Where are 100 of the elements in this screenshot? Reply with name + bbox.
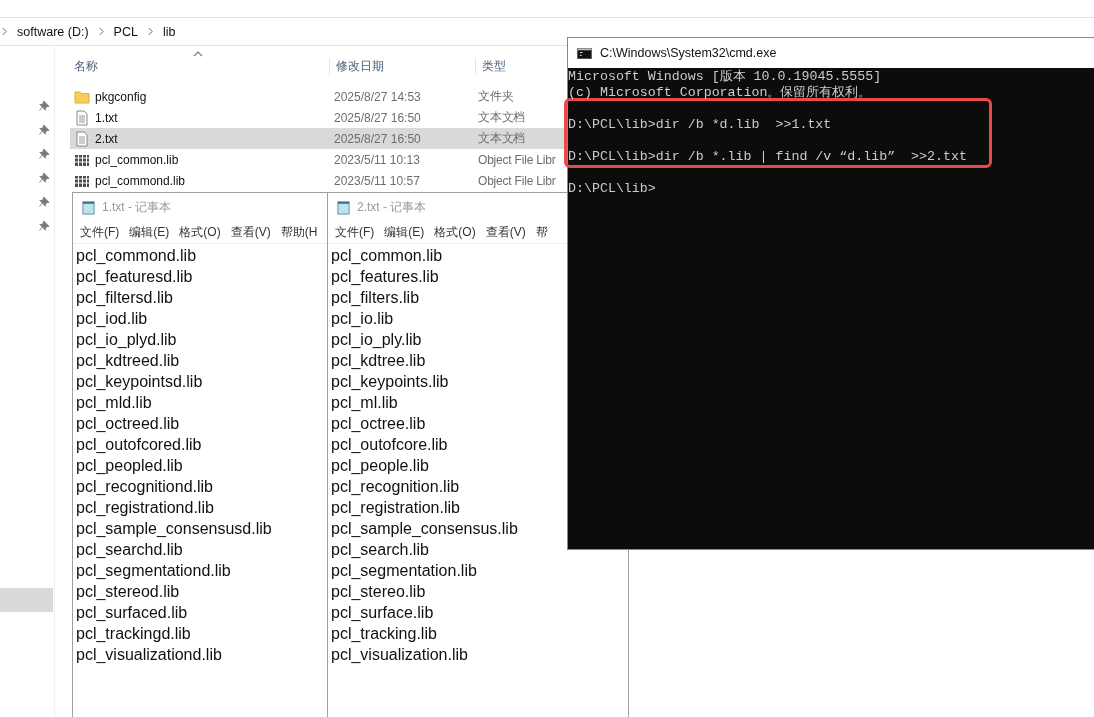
text-line: pcl_common.lib bbox=[331, 246, 444, 266]
menu-item[interactable]: 查看(V) bbox=[230, 223, 271, 241]
file-row[interactable]: 1.txt 2025/8/27 16:50 文本文档 bbox=[70, 107, 567, 128]
file-name: 2.txt bbox=[95, 131, 118, 146]
console-line: (c) Microsoft Corporation。保留所有权利。 bbox=[568, 85, 872, 100]
breadcrumb-item[interactable]: software (D:) bbox=[17, 24, 89, 39]
file-date: 2023/5/11 10:13 bbox=[334, 152, 421, 167]
menu-item[interactable]: 编辑(E) bbox=[384, 223, 425, 241]
text-line: pcl_keypointsd.lib bbox=[76, 372, 204, 392]
folder-icon bbox=[74, 88, 90, 105]
text-line: pcl_mld.lib bbox=[76, 393, 153, 413]
breadcrumb-item[interactable]: lib bbox=[162, 24, 176, 39]
document-icon bbox=[74, 109, 90, 126]
text-line: pcl_octree.lib bbox=[331, 414, 427, 434]
column-header[interactable]: 类型 bbox=[475, 57, 506, 75]
notepad-icon bbox=[336, 199, 351, 215]
menu-item[interactable]: 格式(O) bbox=[434, 223, 476, 241]
chevron-icon bbox=[147, 27, 153, 36]
menu-item[interactable]: 查看(V) bbox=[485, 223, 526, 241]
text-line: pcl_recognitiond.lib bbox=[76, 477, 214, 497]
text-line: pcl_filters.lib bbox=[331, 288, 421, 308]
file-type: Object File Libr bbox=[478, 152, 556, 167]
sort-caret-icon bbox=[193, 51, 203, 57]
text-line: pcl_tracking.lib bbox=[331, 624, 438, 644]
file-type: 文件夹 bbox=[478, 88, 514, 105]
console-line: D:\PCL\lib> bbox=[568, 181, 656, 196]
breadcrumb-item[interactable]: PCL bbox=[113, 24, 138, 39]
text-line: pcl_people.lib bbox=[331, 456, 430, 476]
text-line: pcl_surfaced.lib bbox=[76, 603, 189, 623]
text-line: pcl_registrationd.lib bbox=[76, 498, 215, 518]
text-line: pcl_visualization.lib bbox=[331, 645, 469, 665]
text-line: pcl_featuresd.lib bbox=[76, 267, 194, 287]
console-line: D:\PCL\lib>dir /b *.lib | find /v “d.lib” >>2.txt bbox=[568, 149, 967, 164]
text-line: pcl_stereod.lib bbox=[76, 582, 181, 602]
text-line: pcl_kdtreed.lib bbox=[76, 351, 181, 371]
text-line: pcl_outofcored.lib bbox=[76, 435, 203, 455]
console-line: Microsoft Windows [版本 10.0.19045.5555] bbox=[568, 69, 882, 84]
text-line: pcl_kdtree.lib bbox=[331, 351, 427, 371]
pin-icon[interactable] bbox=[39, 100, 50, 111]
file-name: 1.txt bbox=[95, 110, 118, 125]
chevron-icon bbox=[98, 27, 104, 36]
file-row[interactable]: pcl_commond.lib 2023/5/11 10:57 Object File Libr bbox=[70, 170, 567, 191]
notepad-icon bbox=[81, 199, 96, 215]
column-header[interactable]: 名称 bbox=[70, 57, 329, 75]
file-date: 2025/8/27 14:53 bbox=[334, 89, 422, 104]
file-name: pkgconfig bbox=[95, 89, 147, 104]
text-line: pcl_outofcore.lib bbox=[331, 435, 449, 455]
text-line: pcl_iod.lib bbox=[76, 309, 149, 329]
text-line: pcl_stereo.lib bbox=[331, 582, 427, 602]
text-line: pcl_filtersd.lib bbox=[76, 288, 174, 308]
text-line: pcl_io_plyd.lib bbox=[76, 330, 178, 350]
text-line: pcl_trackingd.lib bbox=[76, 624, 192, 644]
file-date: 2025/8/27 16:50 bbox=[334, 110, 422, 125]
text-line: pcl_octreed.lib bbox=[76, 414, 181, 434]
text-line: pcl_segmentationd.lib bbox=[76, 561, 232, 581]
file-row[interactable]: pkgconfig 2025/8/27 14:53 文件夹 bbox=[70, 86, 567, 107]
text-line: pcl_segmentation.lib bbox=[331, 561, 478, 581]
text-line: pcl_keypoints.lib bbox=[331, 372, 450, 392]
file-type: Object File Libr bbox=[478, 173, 556, 188]
pin-icon[interactable] bbox=[39, 148, 50, 159]
text-line: pcl_io.lib bbox=[331, 309, 395, 329]
text-line: pcl_surface.lib bbox=[331, 603, 435, 623]
text-line: pcl_features.lib bbox=[331, 267, 440, 287]
text-line: pcl_commond.lib bbox=[76, 246, 198, 266]
pin-icon[interactable] bbox=[39, 196, 50, 207]
text-line: pcl_searchd.lib bbox=[76, 540, 184, 560]
menu-item[interactable]: 编辑(E) bbox=[129, 223, 170, 241]
text-line: pcl_registration.lib bbox=[331, 498, 461, 518]
text-line: pcl_visualizationd.lib bbox=[76, 645, 223, 665]
menu-item[interactable]: 文件(F) bbox=[80, 223, 120, 241]
text-line: pcl_peopled.lib bbox=[76, 456, 184, 476]
menu-item[interactable]: 帮助(H bbox=[280, 223, 318, 241]
document-icon bbox=[74, 130, 90, 147]
file-name: pcl_common.lib bbox=[95, 152, 179, 167]
window-title: 2.txt - 记事本 bbox=[357, 198, 427, 216]
file-date: 2023/5/11 10:57 bbox=[334, 173, 421, 188]
text-line: pcl_recognition.lib bbox=[331, 477, 461, 497]
pin-icon[interactable] bbox=[39, 124, 50, 135]
text-line: pcl_sample_consensus.lib bbox=[331, 519, 519, 539]
file-date: 2025/8/27 16:50 bbox=[334, 131, 422, 146]
menu-item[interactable]: 帮 bbox=[535, 223, 548, 241]
column-header[interactable]: 修改日期 bbox=[329, 57, 475, 75]
file-row[interactable]: pcl_common.lib 2023/5/11 10:13 Object File Libr bbox=[70, 149, 567, 170]
console-icon bbox=[577, 47, 592, 59]
menu-item[interactable]: 格式(O) bbox=[179, 223, 221, 241]
chevron-icon bbox=[2, 27, 7, 36]
text-line: pcl_sample_consensusd.lib bbox=[76, 519, 273, 539]
text-line: pcl_search.lib bbox=[331, 540, 430, 560]
file-row[interactable]: 2.txt 2025/8/27 16:50 文本文档 bbox=[70, 128, 567, 149]
file-name: pcl_commond.lib bbox=[95, 173, 186, 188]
pin-icon[interactable] bbox=[39, 220, 50, 231]
file-type: 文本文档 bbox=[478, 109, 526, 126]
text-line: pcl_io_ply.lib bbox=[331, 330, 423, 350]
menu-item[interactable]: 文件(F) bbox=[335, 223, 375, 241]
window-title: C:\Windows\System32\cmd.exe bbox=[600, 46, 777, 60]
pin-icon[interactable] bbox=[39, 172, 50, 183]
console-line: D:\PCL\lib>dir /b *d.lib >>1.txt bbox=[568, 117, 832, 132]
file-type: 文本文档 bbox=[478, 130, 526, 147]
text-line: pcl_ml.lib bbox=[331, 393, 399, 413]
window-title: 1.txt - 记事本 bbox=[102, 198, 172, 216]
